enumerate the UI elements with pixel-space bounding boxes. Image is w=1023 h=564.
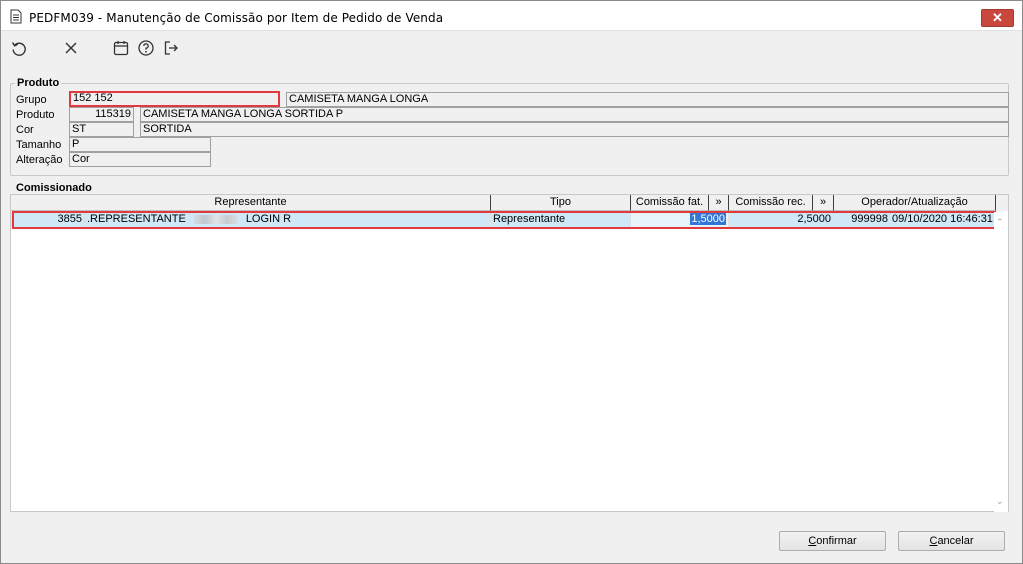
grupo-label: Grupo [16, 94, 47, 106]
col-comissao-rec-header[interactable]: Comissão rec. [729, 195, 813, 211]
col-representante-header[interactable]: Representante [11, 195, 491, 211]
produto-description-field: CAMISETA MANGA LONGA SORTIDA P [140, 107, 1009, 122]
calendar-icon [113, 41, 129, 56]
help-button[interactable] [137, 39, 155, 57]
col-comissao-fat-more-button[interactable]: » [709, 195, 729, 211]
comissionado-grid[interactable]: Representante Tipo Comissão fat. » Comis… [10, 194, 1009, 512]
cor-description-field: SORTIDA [140, 122, 1009, 137]
close-icon [65, 42, 77, 54]
tamanho-field[interactable]: P [69, 137, 211, 152]
document-icon [10, 9, 22, 24]
close-icon: ✕ [992, 10, 1003, 25]
comissionado-section-label: Comissionado [16, 182, 92, 194]
comissao-fat-value[interactable]: 1,5000 [690, 213, 726, 225]
row-comissao-rec[interactable]: 2,5000 [729, 212, 834, 227]
col-tipo-header[interactable]: Tipo [491, 195, 631, 211]
title-bar: PEDFM039 - Manutenção de Comissão por It… [1, 1, 1022, 31]
grid-header: Representante Tipo Comissão fat. » Comis… [11, 195, 1008, 211]
row-atualizacao: 09/10/2020 16:46:31 [892, 213, 993, 225]
cancelar-label: ancelar [937, 535, 974, 547]
scroll-up-icon[interactable]: ⌃ [996, 217, 1004, 228]
produto-code-field[interactable]: 115319 [69, 107, 134, 122]
window-title: PEDFM039 - Manutenção de Comissão por It… [29, 11, 444, 25]
produto-label: Produto [16, 109, 55, 121]
table-row[interactable]: 3855 .REPRESENTANTE LOGIN R Representante… [11, 212, 995, 227]
confirmar-button[interactable]: Confirmar [779, 531, 886, 551]
grupo-description-field: CAMISETA MANGA LONGA [286, 92, 1009, 107]
representante-suffix: LOGIN R [245, 213, 292, 225]
row-tipo: Representante [491, 212, 631, 227]
alteracao-field: Cor [69, 152, 211, 167]
col-comissao-rec-more-button[interactable]: » [813, 195, 834, 211]
row-comissao-fat-cell[interactable]: 1,5000 [631, 212, 729, 227]
alteracao-label: Alteração [16, 154, 63, 166]
exit-button[interactable] [162, 39, 180, 57]
vertical-scrollbar[interactable]: ⌃ ⌄ [994, 212, 1008, 512]
row-representante: .REPRESENTANTE LOGIN R [85, 212, 491, 227]
confirmar-label: onfirmar [816, 535, 857, 547]
cor-code-field[interactable]: ST [69, 122, 134, 137]
cor-label: Cor [16, 124, 34, 136]
grupo-code-field[interactable]: 152 152 [69, 91, 280, 107]
col-comissao-fat-header[interactable]: Comissão fat. [631, 195, 709, 211]
exit-icon [164, 41, 178, 55]
refresh-button[interactable] [10, 39, 28, 57]
row-codigo: 3855 [11, 212, 85, 227]
representante-prefix: .REPRESENTANTE [87, 213, 186, 225]
cancel-toolbar-button[interactable] [62, 39, 80, 57]
produto-section-label: Produto [15, 77, 62, 89]
scroll-down-icon[interactable]: ⌄ [996, 496, 1004, 507]
tamanho-label: Tamanho [16, 139, 62, 151]
cancelar-button[interactable]: Cancelar [898, 531, 1005, 551]
main-window: PEDFM039 - Manutenção de Comissão por It… [0, 0, 1023, 564]
calendar-button[interactable] [112, 39, 130, 57]
help-icon [138, 40, 154, 56]
window-close-button[interactable]: ✕ [981, 9, 1014, 27]
col-operador-header[interactable]: Operador/Atualização [834, 195, 996, 211]
refresh-icon [11, 42, 26, 56]
row-operador: 999998 [851, 213, 888, 225]
redacted-name [193, 214, 238, 224]
toolbar [1, 32, 1022, 64]
